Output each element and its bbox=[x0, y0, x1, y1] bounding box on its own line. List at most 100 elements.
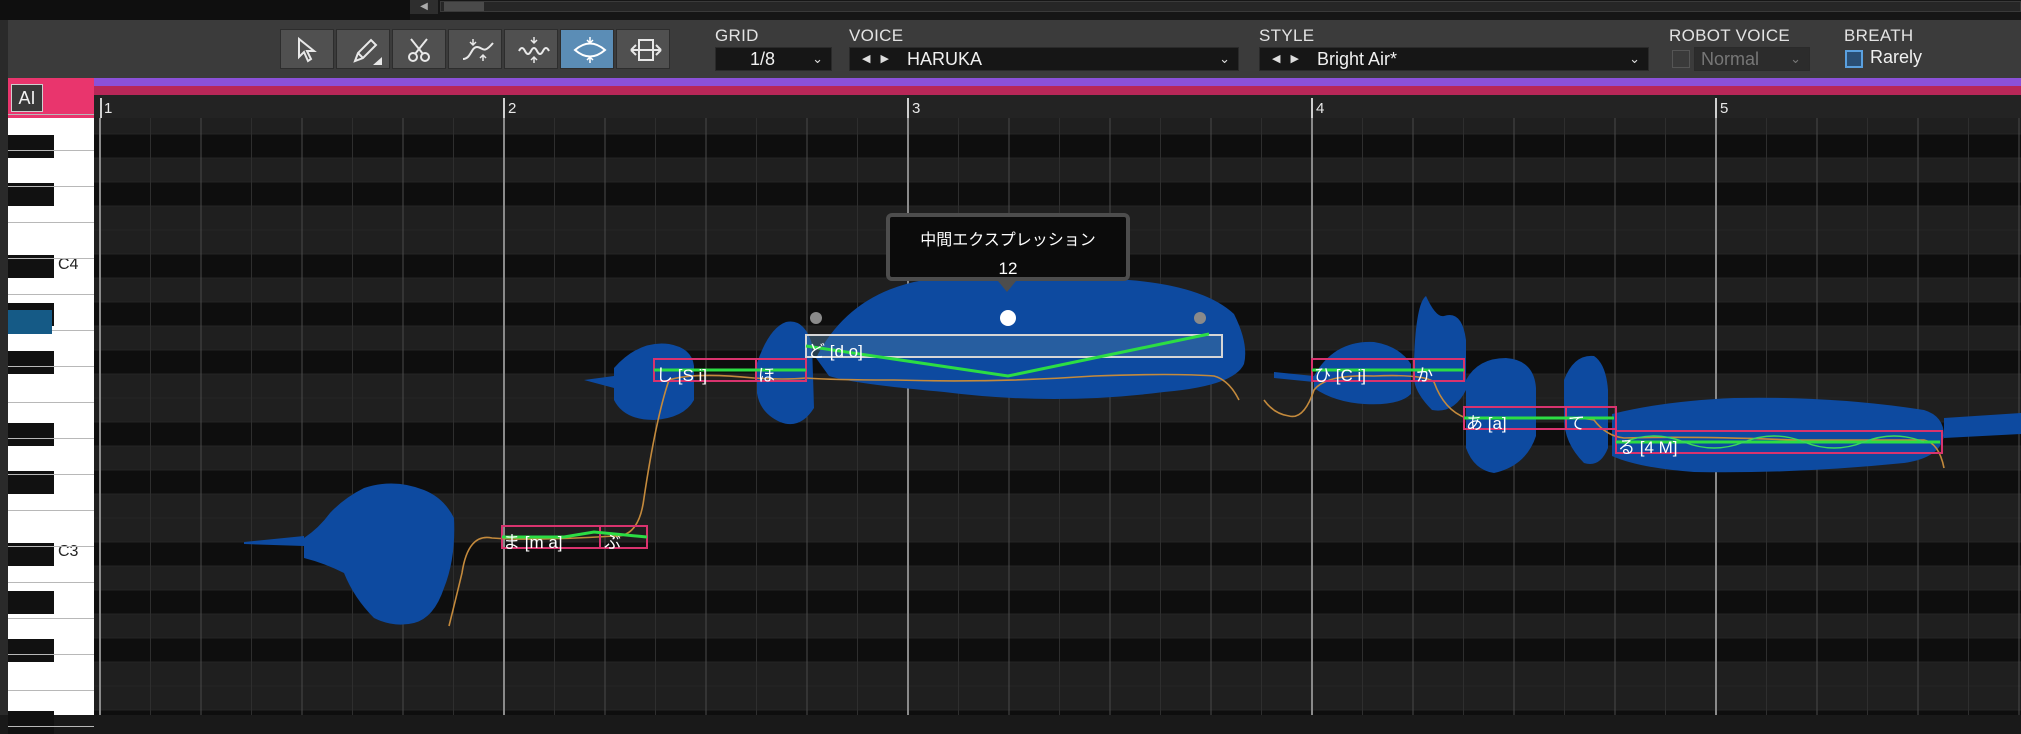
pitch-lane bbox=[94, 118, 2021, 134]
robot-voice-select[interactable]: Normal ⌄ bbox=[1694, 47, 1810, 71]
pitch-lane bbox=[94, 686, 2021, 710]
breath-checkbox[interactable] bbox=[1845, 50, 1863, 68]
pencil-icon bbox=[353, 38, 382, 65]
white-key-divider bbox=[8, 222, 94, 223]
note-lyric: ど [d o] bbox=[808, 342, 863, 361]
style-value: Bright Air* bbox=[1317, 49, 1398, 69]
white-key-divider bbox=[8, 258, 94, 259]
track-region-bar bbox=[94, 86, 2021, 95]
scissors-tool-button[interactable] bbox=[392, 29, 446, 69]
voice-value: HARUKA bbox=[907, 49, 983, 69]
measure-tick bbox=[1715, 98, 1717, 118]
piano-keyboard[interactable]: C4 C3 bbox=[8, 114, 94, 734]
robot-voice-value: Normal bbox=[1701, 49, 1760, 69]
handle-middle-point bbox=[1000, 310, 1016, 326]
pitch-lane bbox=[94, 182, 2021, 206]
note-lyric: し [S i] bbox=[656, 366, 708, 385]
measure-number: 2 bbox=[508, 100, 517, 117]
white-key-divider bbox=[8, 294, 94, 295]
pitch-curve-tool-button[interactable] bbox=[448, 29, 502, 69]
scrollbar-thumb[interactable] bbox=[444, 2, 484, 11]
measure-ruler[interactable]: 1 2 3 4 5 bbox=[94, 95, 2021, 118]
scissors-icon bbox=[408, 38, 430, 62]
breath-value: Rarely bbox=[1870, 47, 1923, 67]
note-lyric: あ [a] bbox=[1466, 414, 1507, 433]
grid-select[interactable]: 1/8 ⌄ bbox=[715, 47, 832, 71]
expression-tooltip: 中間エクスプレッション 12 bbox=[886, 213, 1130, 281]
note-block-do-selected bbox=[805, 334, 1223, 358]
robot-voice-checkbox[interactable] bbox=[1672, 50, 1690, 68]
chevron-down-icon: ⌄ bbox=[1629, 51, 1640, 66]
voice-label: VOICE bbox=[849, 26, 904, 45]
intermediate-expression-tool-button[interactable] bbox=[560, 29, 614, 69]
note-lyric: ほ bbox=[758, 366, 775, 385]
note-lyric: て bbox=[1568, 414, 1585, 433]
measure-number: 4 bbox=[1316, 100, 1325, 117]
white-key-divider bbox=[8, 510, 94, 511]
style-prev-next-arrows-icon[interactable]: ◀▶ bbox=[1272, 48, 1309, 70]
pointer-tool-button[interactable] bbox=[280, 29, 334, 69]
note-lyric: る [4 M] bbox=[1618, 438, 1678, 457]
pitch-lane bbox=[94, 134, 2021, 158]
measure-number: 1 bbox=[104, 100, 113, 117]
handle-right-point bbox=[1194, 312, 1206, 324]
note-lyric: か bbox=[1416, 366, 1433, 385]
measure-number: 3 bbox=[912, 100, 921, 117]
scroll-left-arrow[interactable]: ◀ bbox=[410, 0, 438, 14]
grid-value: 1/8 bbox=[750, 49, 776, 69]
breath-label: BREATH bbox=[1844, 26, 1914, 45]
voice-select[interactable]: ◀▶ HARUKA ⌄ bbox=[849, 47, 1239, 71]
timing-tool-button[interactable] bbox=[616, 29, 670, 69]
tooltip-pointer bbox=[998, 281, 1016, 292]
top-strip-left bbox=[0, 0, 410, 20]
top-scroll-strip: ◀ bbox=[0, 0, 2021, 20]
pointer-icon bbox=[298, 36, 317, 63]
current-pitch-key-highlight bbox=[8, 310, 52, 334]
white-key-divider bbox=[8, 186, 94, 187]
handle-left-point bbox=[810, 312, 822, 324]
note-lyric: ま [m a] bbox=[503, 533, 563, 552]
note-lyric: ぶ bbox=[604, 533, 621, 552]
track-color-bar bbox=[94, 78, 2021, 86]
piano-roll-editor[interactable] bbox=[94, 118, 2021, 715]
white-key-divider bbox=[8, 726, 94, 727]
black-key[interactable] bbox=[8, 639, 54, 662]
chevron-down-icon: ⌄ bbox=[1219, 51, 1230, 66]
white-key-divider bbox=[8, 618, 94, 619]
black-key[interactable] bbox=[8, 591, 54, 614]
white-key-divider bbox=[8, 474, 94, 475]
white-key-divider bbox=[8, 546, 94, 547]
style-select[interactable]: ◀▶ Bright Air* ⌄ bbox=[1259, 47, 1649, 71]
grid-label: GRID bbox=[715, 26, 759, 45]
measure-number: 5 bbox=[1720, 100, 1729, 117]
black-key[interactable] bbox=[8, 711, 54, 734]
white-key-divider bbox=[8, 654, 94, 655]
robot-voice-label: ROBOT VOICE bbox=[1669, 26, 1791, 45]
left-edge bbox=[0, 20, 8, 715]
editor-toolbar: GRID 1/8 ⌄ VOICE ◀▶ HARUKA ⌄ STYLE ◀▶ Br… bbox=[8, 20, 2021, 78]
horizontal-scrollbar[interactable] bbox=[440, 1, 2021, 12]
black-key[interactable] bbox=[8, 423, 54, 446]
white-key-divider bbox=[8, 366, 94, 367]
voice-prev-next-arrows-icon[interactable]: ◀▶ bbox=[862, 48, 899, 70]
chevron-down-icon: ⌄ bbox=[812, 51, 823, 66]
piano-roll-canvas[interactable] bbox=[94, 118, 2021, 715]
vibrato-tool-button[interactable] bbox=[504, 29, 558, 69]
measure-tick bbox=[100, 98, 102, 118]
pencil-tool-button[interactable] bbox=[336, 29, 390, 69]
tooltip-title: 中間エクスプレッション bbox=[920, 232, 1096, 249]
black-key[interactable] bbox=[8, 351, 54, 374]
black-key[interactable] bbox=[8, 135, 54, 158]
white-key-divider bbox=[8, 402, 94, 403]
tooltip-value: 12 bbox=[998, 259, 1018, 278]
pitch-lane bbox=[94, 710, 2021, 715]
white-key-divider bbox=[8, 582, 94, 583]
vibrato-icon bbox=[518, 37, 550, 63]
expression-icon bbox=[573, 37, 607, 63]
measure-tick bbox=[907, 98, 909, 118]
chevron-down-icon: ⌄ bbox=[1790, 51, 1801, 66]
pitch-lane bbox=[94, 662, 2021, 686]
note-lyric: ひ [C i] bbox=[1314, 366, 1366, 385]
ai-badge[interactable]: AI bbox=[11, 84, 43, 112]
measure-tick bbox=[1311, 98, 1313, 118]
